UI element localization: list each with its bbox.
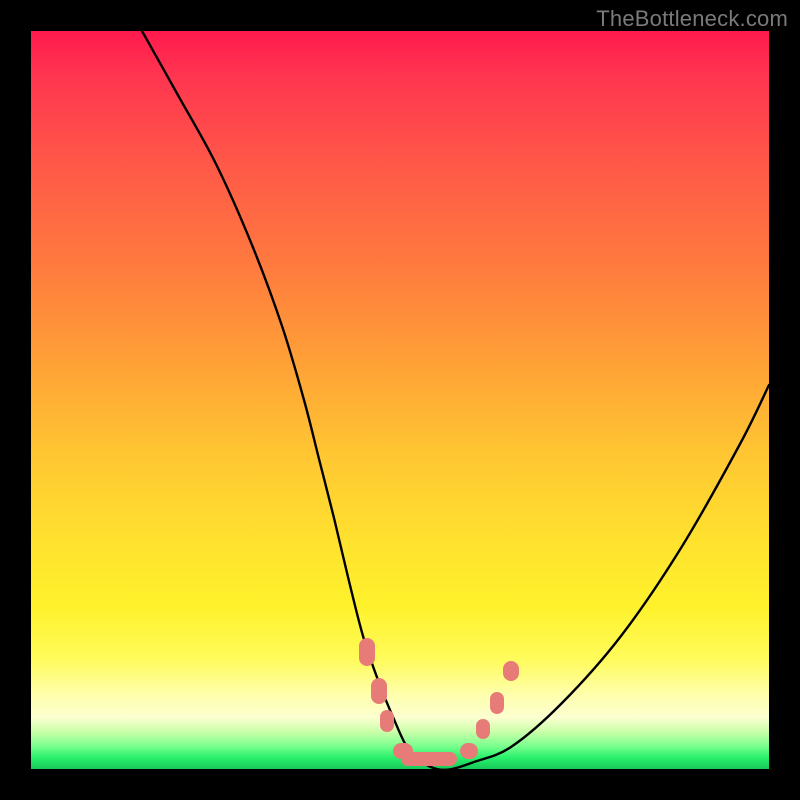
trough-marker bbox=[401, 752, 457, 766]
watermark-text: TheBottleneck.com bbox=[596, 6, 788, 32]
trough-marker bbox=[460, 743, 478, 759]
trough-marker bbox=[371, 678, 387, 704]
trough-marker bbox=[476, 719, 490, 739]
trough-marker bbox=[380, 710, 394, 732]
trough-markers-group bbox=[359, 638, 519, 766]
bottleneck-curve bbox=[142, 31, 769, 770]
plot-area bbox=[31, 31, 769, 769]
chart-svg bbox=[31, 31, 769, 769]
trough-marker bbox=[359, 638, 375, 666]
outer-frame: TheBottleneck.com bbox=[0, 0, 800, 800]
trough-marker bbox=[490, 692, 504, 714]
trough-marker bbox=[503, 661, 519, 681]
